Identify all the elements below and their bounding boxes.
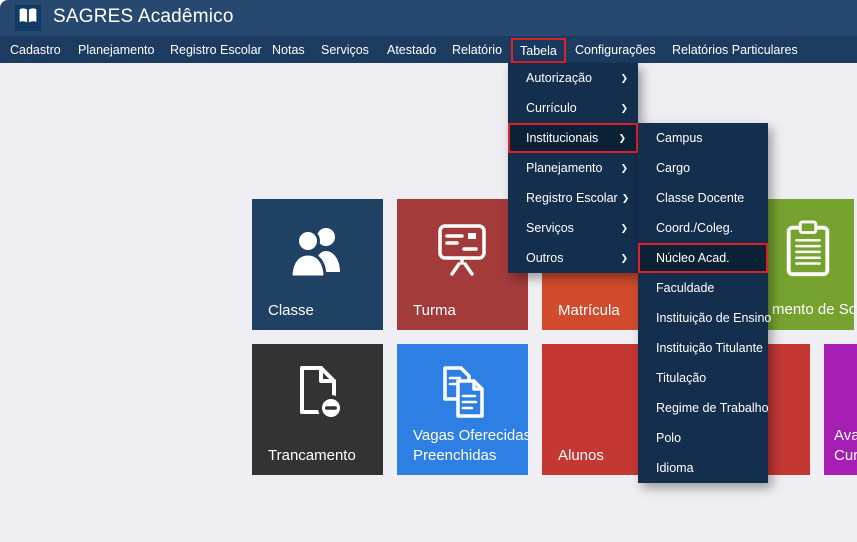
submenu-item-classe-docente[interactable]: Classe Docente [638,183,768,213]
menu-item-tabela[interactable]: Tabela [511,38,566,63]
dropdown-item-planejamento[interactable]: Planejamento ❯ [508,153,638,183]
dropdown-item-autorizacao[interactable]: Autorização ❯ [508,63,638,93]
submenu-item-campus[interactable]: Campus [638,123,768,153]
menu-item-notas[interactable]: Notas [272,36,305,63]
tile-label: Alunos [558,446,604,466]
tile-avaliacao[interactable]: Ava Cur [824,344,857,475]
submenu-arrow-icon: ❯ [620,254,628,263]
dropdown-item-registro-escolar[interactable]: Registro Escolar ❯ [508,183,638,213]
clipboard-icon [780,220,836,283]
document-remove-icon [288,361,348,430]
app-window: SAGRES Acadêmico Cadastro Planejamento R… [0,0,857,542]
tile-label: Turma [413,301,456,321]
presentation-board-icon [430,219,494,286]
submenu-arrow-icon: ❯ [618,134,626,143]
submenu-item-cargo[interactable]: Cargo [638,153,768,183]
menu-item-relatorio[interactable]: Relatório [452,36,502,63]
documents-icon [432,363,492,428]
submenu-arrow-icon: ❯ [620,164,628,173]
menu-item-servicos[interactable]: Serviços [321,36,369,63]
tile-label: Ava Cur [834,426,857,466]
dropdown-item-institucionais[interactable]: Institucionais ❯ [508,123,638,153]
submenu-item-coord-coleg[interactable]: Coord./Coleg. [638,213,768,243]
submenu-arrow-icon: ❯ [622,194,630,203]
submenu-arrow-icon: ❯ [620,224,628,233]
submenu-item-instituicao-de-ensino[interactable]: Instituição de Ensino [638,303,768,333]
submenu-item-nucleo-acad[interactable]: Núcleo Acad. [638,243,768,273]
dropdown-item-curriculo[interactable]: Currículo ❯ [508,93,638,123]
submenu-item-titulacao[interactable]: Titulação [638,363,768,393]
tile-label: Vagas Oferecidas/ Preenchidas [413,426,528,466]
submenu-item-regime-de-trabalho[interactable]: Regime de Trabalho [638,393,768,423]
tile-vagas-oferecidas-preenchidas[interactable]: Vagas Oferecidas/ Preenchidas [397,344,528,475]
submenu-item-faculdade[interactable]: Faculdade [638,273,768,303]
menu-bar: Cadastro Planejamento Registro Escolar N… [0,36,857,63]
open-book-icon [17,6,39,31]
tile-trancamento[interactable]: Trancamento [252,344,383,475]
page-title: SAGRES Acadêmico [53,6,234,28]
submenu-arrow-icon: ❯ [620,74,628,83]
dropdown-item-servicos[interactable]: Serviços ❯ [508,213,638,243]
menu-item-planejamento[interactable]: Planejamento [78,36,154,63]
dropdown-item-outros[interactable]: Outros ❯ [508,243,638,273]
tabela-dropdown-menu: Autorização ❯ Currículo ❯ Institucionais… [508,63,638,273]
tile-classe[interactable]: Classe [252,199,383,330]
tile-label: Trancamento [268,446,356,466]
submenu-item-idioma[interactable]: Idioma [638,453,768,483]
menu-item-registro-escolar[interactable]: Registro Escolar [170,36,262,63]
institucionais-submenu: Campus Cargo Classe Docente Coord./Coleg… [638,123,768,483]
menu-item-atestado[interactable]: Atestado [387,36,436,63]
submenu-item-polo[interactable]: Polo [638,423,768,453]
app-header: SAGRES Acadêmico [0,0,857,36]
tile-label: mento de Soli [772,300,854,320]
submenu-arrow-icon: ❯ [620,104,628,113]
menu-item-cadastro[interactable]: Cadastro [10,36,61,63]
menu-item-configuracoes[interactable]: Configurações [575,36,656,63]
tile-label: Classe [268,301,314,321]
people-icon [285,219,349,286]
menu-item-relatorios-particulares[interactable]: Relatórios Particulares [672,36,798,63]
app-logo [15,5,41,31]
submenu-item-instituicao-titulante[interactable]: Instituição Titulante [638,333,768,363]
tile-label: Matrícula [558,301,620,321]
